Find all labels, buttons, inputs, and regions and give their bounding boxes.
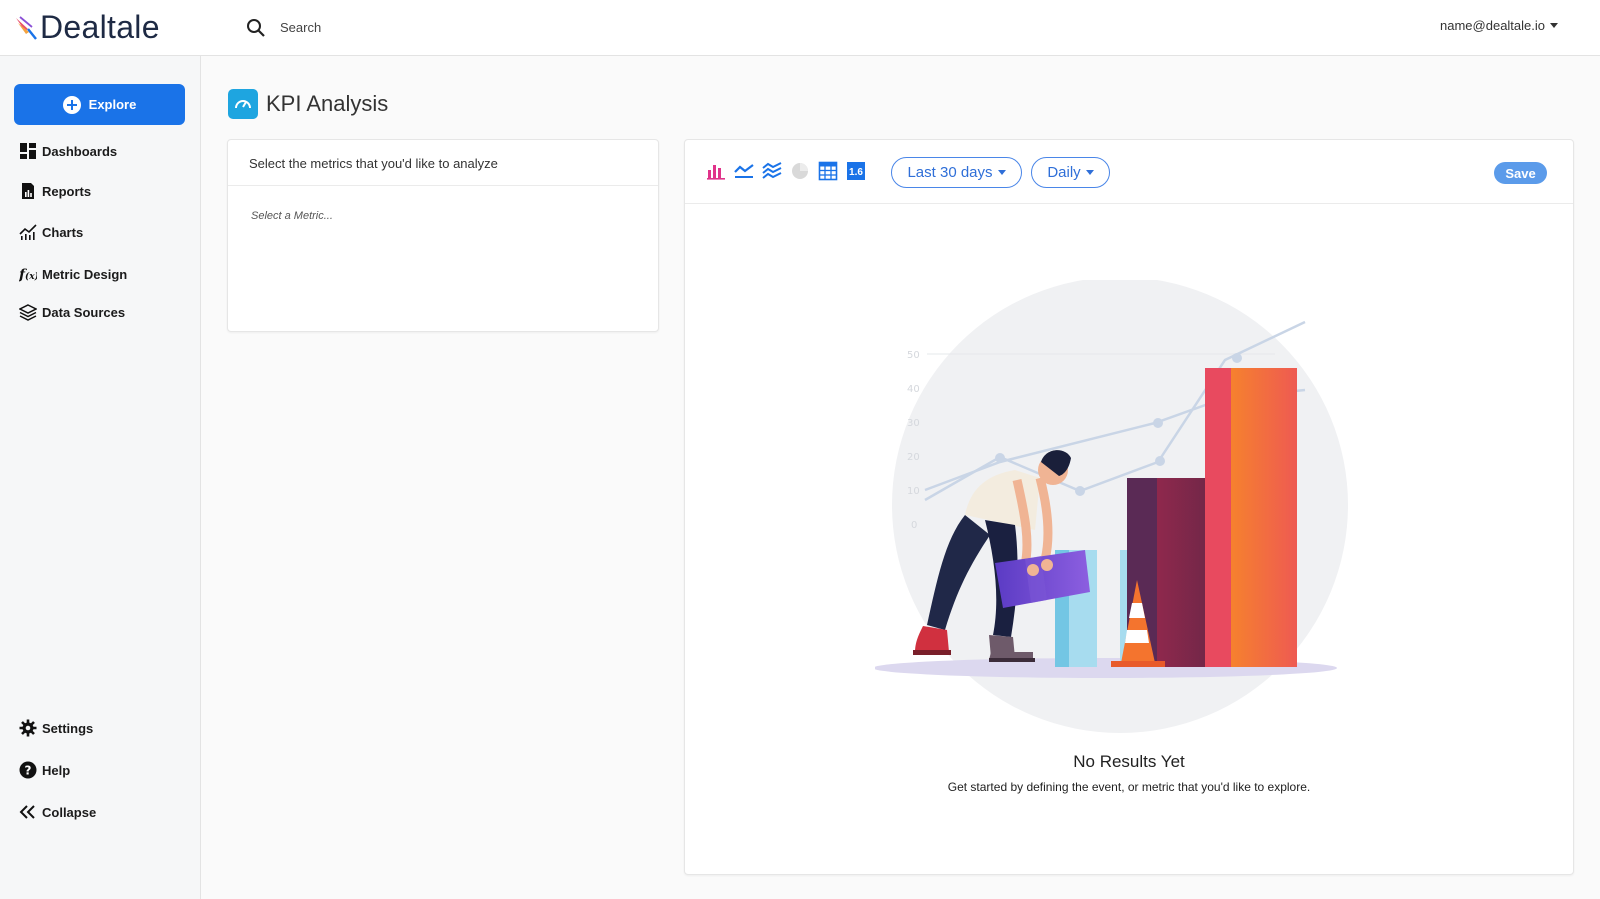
axis-tick: 30 [907, 418, 920, 429]
svg-text:(x): (x) [25, 271, 37, 282]
svg-text:?: ? [25, 764, 32, 778]
sidebar-item-reports[interactable]: Reports [19, 182, 91, 200]
help-icon: ? [19, 761, 37, 779]
line-chart-icon [734, 164, 754, 178]
user-email: name@dealtale.io [1440, 18, 1545, 33]
sidebar-item-label: Charts [42, 224, 84, 240]
number-viz-label: 1.6 [849, 167, 863, 178]
pie-chart-icon [792, 163, 808, 179]
date-range-label: Last 30 days [907, 164, 993, 181]
sidebar-item-label: Settings [42, 720, 94, 736]
number-metric-icon: 1.6 [847, 162, 865, 180]
search-bar [246, 18, 580, 38]
save-button[interactable]: Save [1494, 162, 1547, 184]
explore-button[interactable]: Explore [14, 84, 185, 125]
line-chart-viz-button[interactable] [733, 161, 755, 181]
table-icon [818, 161, 838, 181]
granularity-label: Daily [1047, 164, 1081, 181]
empty-state-description: Get started by defining the event, or me… [947, 780, 1311, 794]
metric-panel-header: Select the metrics that you'd like to an… [228, 140, 658, 186]
page-header: KPI Analysis [228, 89, 388, 119]
table-viz-button[interactable] [817, 161, 839, 181]
brand-name: Dealtale [40, 9, 160, 45]
sidebar-item-label: Help [42, 762, 71, 778]
sidebar-item-data-sources[interactable]: Data Sources [19, 303, 125, 321]
axis-tick: 20 [907, 452, 920, 463]
sidebar-item-label: Metric Design [42, 266, 128, 282]
axis-tick: 0 [911, 520, 917, 531]
top-bar: Dealtale name@dealtale.io [0, 0, 1600, 56]
sidebar-item-label: Dashboards [42, 143, 118, 159]
axis-tick: 40 [907, 384, 920, 395]
dashboard-icon [19, 142, 37, 160]
brand-logo[interactable]: Dealtale [14, 9, 224, 46]
results-toolbar: 1.6 Last 30 days Daily Save [685, 140, 1573, 204]
sidebar-item-metric-design[interactable]: f(x) Metric Design [19, 265, 128, 284]
search-icon[interactable] [246, 18, 266, 38]
metric-select-input[interactable] [251, 210, 551, 222]
area-chart-viz-button[interactable] [761, 161, 783, 181]
number-viz-button[interactable]: 1.6 [845, 161, 867, 181]
sidebar-item-collapse[interactable]: Collapse [19, 803, 96, 821]
sidebar-item-label: Collapse [42, 804, 97, 820]
sidebar-item-charts[interactable]: Charts [19, 223, 83, 241]
chevron-down-icon [1085, 170, 1094, 175]
sidebar: Explore Dashboards Reports Charts f(x) M… [0, 56, 201, 899]
sidebar-item-label: Data Sources [42, 304, 126, 320]
gauge-icon [228, 89, 258, 119]
sidebar-item-label: Reports [42, 183, 92, 199]
empty-state-illustration: 50 40 30 20 10 0 [875, 280, 1348, 733]
explore-button-label: Explore [88, 97, 137, 112]
granularity-dropdown[interactable]: Daily [1031, 157, 1110, 188]
bar-chart-viz-button[interactable] [705, 161, 727, 181]
chart-icon [19, 223, 37, 241]
gear-icon [19, 719, 37, 737]
metric-selection-panel: Select the metrics that you'd like to an… [227, 139, 659, 332]
layers-icon [19, 303, 37, 321]
axis-tick: 10 [907, 486, 920, 497]
sidebar-item-dashboards[interactable]: Dashboards [19, 142, 117, 160]
date-range-dropdown[interactable]: Last 30 days [891, 157, 1022, 188]
page-title: KPI Analysis [266, 91, 389, 116]
report-icon [19, 182, 37, 200]
dealtale-logo-icon [16, 15, 37, 40]
axis-tick: 50 [907, 350, 920, 361]
area-chart-icon [762, 162, 782, 179]
search-input[interactable] [280, 20, 580, 35]
user-menu[interactable]: name@dealtale.io [1440, 18, 1558, 33]
collapse-icon [19, 803, 37, 821]
sidebar-item-help[interactable]: ? Help [19, 761, 70, 779]
plus-circle-icon [62, 95, 81, 114]
chevron-down-icon [1550, 23, 1558, 28]
sidebar-item-settings[interactable]: Settings [19, 719, 93, 737]
function-icon: f(x) [19, 265, 37, 283]
results-panel: 1.6 Last 30 days Daily Save 50 40 30 20 … [684, 139, 1574, 875]
chevron-down-icon [997, 170, 1006, 175]
bar-chart-icon [707, 165, 725, 180]
empty-state-title: No Results Yet [1073, 752, 1185, 771]
pie-chart-viz-button[interactable] [789, 161, 811, 181]
